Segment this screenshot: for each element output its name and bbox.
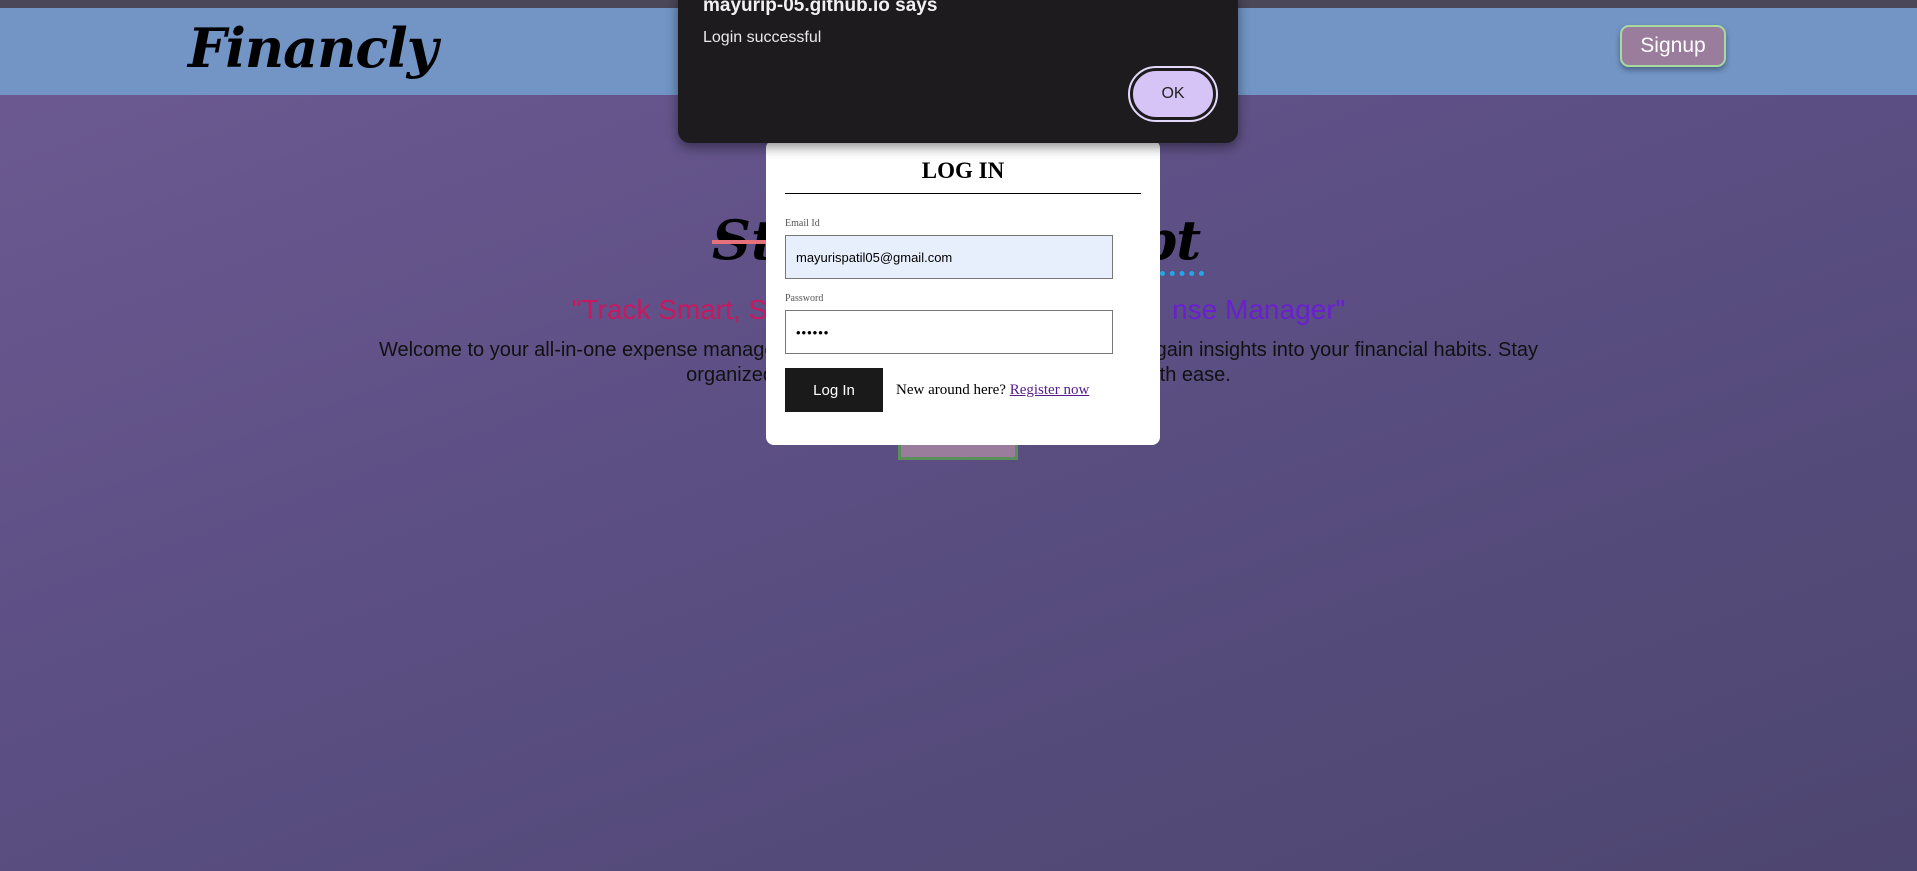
password-label: Password [785,293,824,304]
email-label: Email Id [785,218,820,229]
new-around-text: New around here? [896,382,1006,398]
ok-button[interactable]: OK [1128,66,1218,122]
login-card: LOG IN Email Id mayurispatil05@gmail.com… [766,140,1160,445]
dialog-message: Login successful [703,29,822,46]
dialog-title: mayurip-05.github.io says [703,0,938,16]
app-logo[interactable]: Financly [188,16,438,80]
hero-dotted-underline [1160,268,1204,276]
login-button[interactable]: Log In [785,368,883,412]
register-prompt: New around here? Register now [896,382,1089,399]
login-title: LOG IN [785,158,1141,194]
alert-dialog: mayurip-05.github.io says Login successf… [678,0,1238,143]
signup-button[interactable]: Signup [1620,25,1726,67]
tagline-end: nse Manager" [1172,294,1346,325]
email-field[interactable]: mayurispatil05@gmail.com [785,235,1113,279]
register-link[interactable]: Register now [1010,382,1090,398]
tagline-start: "Track Smart, S [571,294,768,325]
password-field[interactable]: •••••• [785,310,1113,354]
